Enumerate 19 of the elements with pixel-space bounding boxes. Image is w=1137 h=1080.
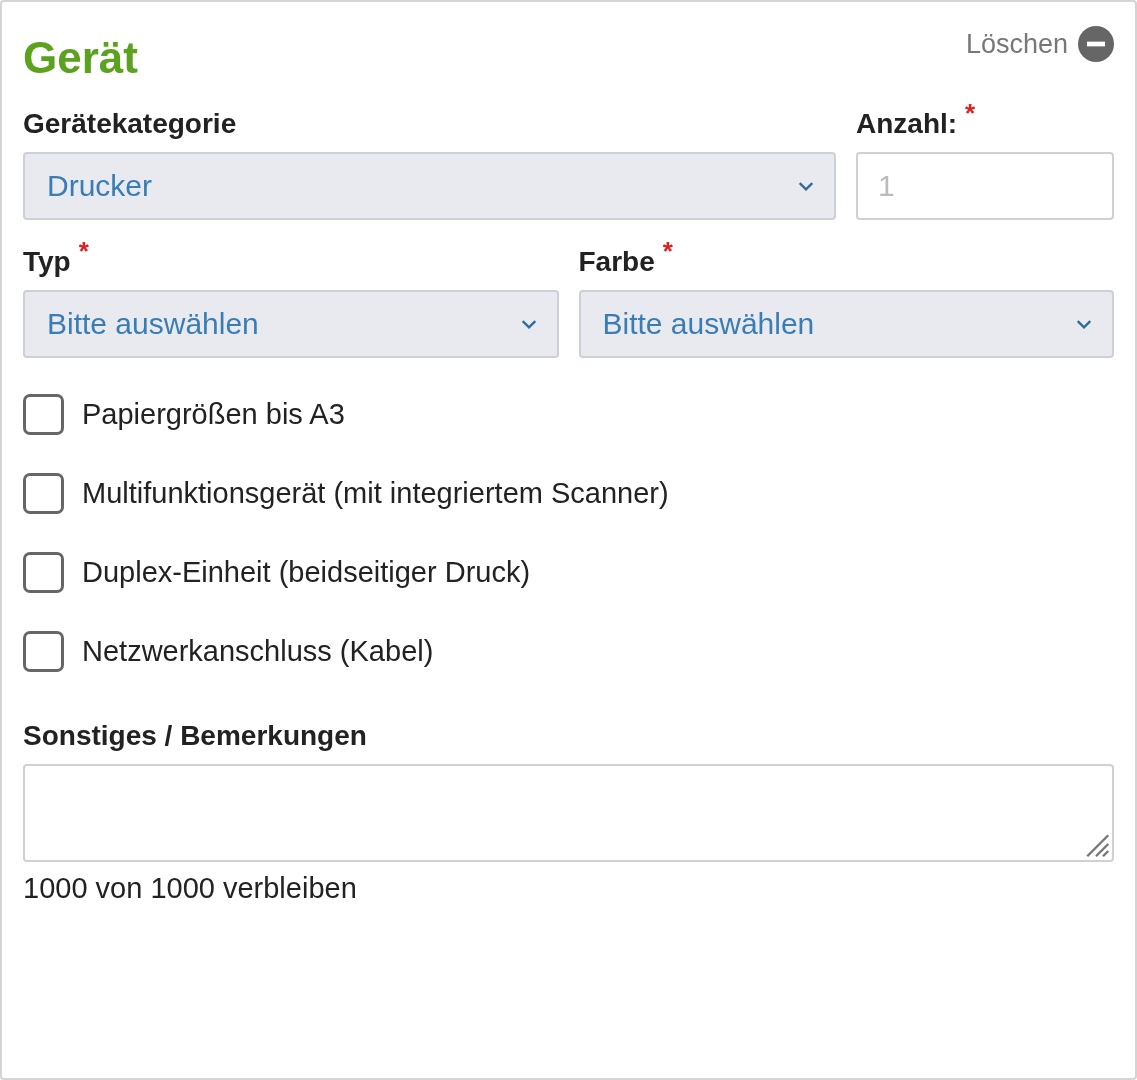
checkbox-label: Netzwerkanschluss (Kabel): [82, 635, 434, 668]
required-mark: *: [78, 236, 89, 267]
required-mark: *: [965, 98, 976, 129]
character-counter: 1000 von 1000 verbleiben: [23, 872, 358, 905]
checkbox-label: Duplex-Einheit (beidseitiger Druck): [82, 556, 531, 589]
field-label: Farbe: [578, 246, 655, 278]
field-label: Typ: [23, 246, 71, 278]
delete-button[interactable]: Löschen: [965, 26, 1114, 62]
field-label: Anzahl:: [856, 108, 958, 140]
dropdown[interactable]: Drucker: [23, 152, 836, 220]
checkbox-label: Multifunktionsgerät (mit integriertem Scanner): [82, 477, 669, 510]
field-label: Sonstiges / Bemerkungen: [23, 720, 367, 752]
dropdown[interactable]: Bitte auswählen: [23, 290, 559, 358]
quantity-input[interactable]: 1: [856, 152, 1114, 220]
section-title: Gerät: [23, 36, 138, 80]
required-mark: *: [662, 236, 673, 267]
checkbox-label: Papiergrößen bis A3: [82, 398, 345, 431]
dropdown[interactable]: Bitte auswählen: [578, 290, 1114, 358]
field-label: Gerätekategorie: [23, 108, 237, 140]
